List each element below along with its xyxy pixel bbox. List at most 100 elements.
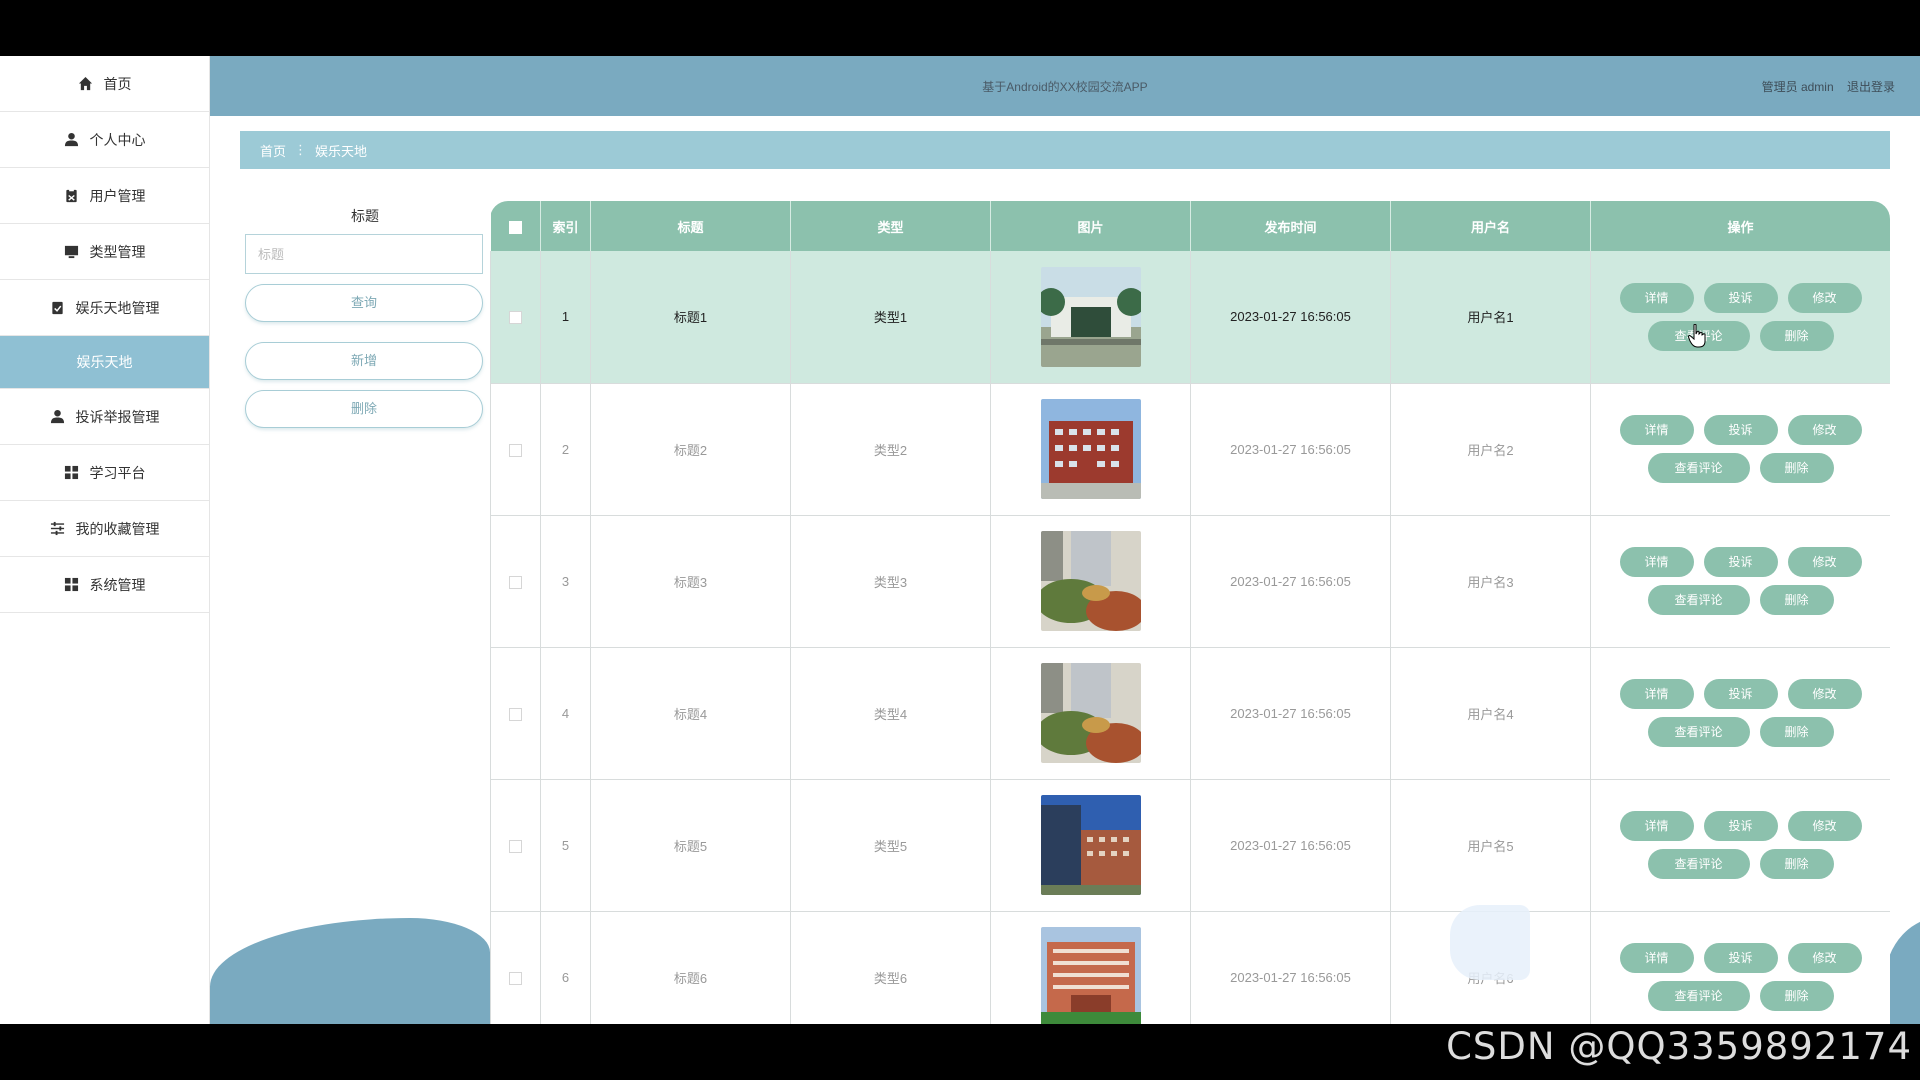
table-body: 1 标题1 类型1 2023-01-27 16:56:05 用户名1 详情 投诉修… xyxy=(490,251,1890,1024)
breadcrumb: 首页 ⋮ 娱乐天地 xyxy=(240,131,1890,169)
edit-button[interactable]: 修改 xyxy=(1787,679,1862,709)
row-thumbnail-image[interactable] xyxy=(1040,399,1141,499)
query-button[interactable]: 查询 xyxy=(245,284,483,322)
view-comments-button[interactable]: 查看评论 xyxy=(1647,453,1750,483)
edit-button[interactable]: 修改 xyxy=(1787,943,1862,973)
cell-time: 2023-01-27 16:56:05 xyxy=(1190,251,1391,384)
cell-title: 标题2 xyxy=(590,383,791,516)
sidebar-item-entertainment-admin[interactable]: 娱乐天地管理 xyxy=(0,280,209,336)
complain-button[interactable]: 投诉 xyxy=(1703,679,1778,709)
decorative-wave-left xyxy=(210,918,490,1024)
sidebar-item-users[interactable]: 用户管理 xyxy=(0,168,209,224)
cell-title: 标题3 xyxy=(590,515,791,648)
cell-index: 4 xyxy=(540,647,591,780)
cell-index: 5 xyxy=(540,779,591,912)
app-title: 基于Android的XX校园交流APP xyxy=(982,80,1148,94)
cell-type: 类型5 xyxy=(790,779,991,912)
detail-button[interactable]: 详情 xyxy=(1619,811,1694,841)
table-row[interactable]: 5 标题5 类型5 2023-01-27 16:56:05 用户名5 详情 投诉修… xyxy=(490,779,1890,912)
view-comments-button[interactable]: 查看评论 xyxy=(1647,717,1750,747)
complain-button[interactable]: 投诉 xyxy=(1703,811,1778,841)
sliders-icon xyxy=(50,521,66,537)
top-header: 基于Android的XX校园交流APP 管理员 admin 退出登录 xyxy=(210,56,1920,116)
column-header[interactable]: 索引 xyxy=(540,201,591,251)
view-comments-button[interactable]: 查看评论 xyxy=(1647,849,1750,879)
edit-button[interactable]: 修改 xyxy=(1787,282,1862,313)
view-comments-button[interactable]: 查看评论 xyxy=(1647,981,1750,1011)
delete-button[interactable]: 删除 xyxy=(1759,320,1834,351)
detail-button[interactable]: 详情 xyxy=(1619,679,1694,709)
row-thumbnail-image[interactable] xyxy=(1040,927,1141,1024)
sidebar-item-label: 用户管理 xyxy=(89,187,146,204)
cell-title: 标题5 xyxy=(590,779,791,912)
row-checkbox[interactable] xyxy=(509,575,522,589)
detail-button[interactable]: 详情 xyxy=(1619,415,1694,445)
delete-button[interactable]: 删除 xyxy=(1759,453,1834,483)
complain-button[interactable]: 投诉 xyxy=(1703,943,1778,973)
column-header[interactable]: 用户名 xyxy=(1390,201,1591,251)
sidebar-item-types[interactable]: 类型管理 xyxy=(0,224,209,280)
cell-time: 2023-01-27 16:56:05 xyxy=(1190,383,1391,516)
table-row[interactable]: 3 标题3 类型3 2023-01-27 16:56:05 用户名3 详情 投诉修… xyxy=(490,515,1890,648)
detail-button[interactable]: 详情 xyxy=(1619,943,1694,973)
breadcrumb-separator: ⋮ xyxy=(294,142,308,157)
sidebar-item-entertainment[interactable]: 娱乐天地 xyxy=(0,336,209,389)
column-header: 操作 xyxy=(1590,201,1890,251)
complain-button[interactable]: 投诉 xyxy=(1703,547,1778,577)
row-checkbox[interactable] xyxy=(509,839,522,853)
sidebar-item-system[interactable]: 系统管理 xyxy=(0,557,209,613)
table-row[interactable]: 6 标题6 类型6 2023-01-27 16:56:05 用户名6 详情投诉修… xyxy=(490,911,1890,1024)
row-thumbnail-image[interactable] xyxy=(1040,795,1141,895)
add-button[interactable]: 新增 xyxy=(245,342,483,380)
logout-link[interactable]: 退出登录 xyxy=(1847,80,1895,94)
complain-button[interactable]: 投诉 xyxy=(1703,282,1778,313)
edit-button[interactable]: 修改 xyxy=(1787,811,1862,841)
cell-index: 3 xyxy=(540,515,591,648)
cell-time: 2023-01-27 16:56:05 xyxy=(1190,911,1391,1024)
delete-button[interactable]: 删除 xyxy=(1759,717,1834,747)
row-checkbox[interactable] xyxy=(509,443,522,457)
column-header[interactable]: 类型 xyxy=(790,201,991,251)
table-row[interactable]: 1 标题1 类型1 2023-01-27 16:56:05 用户名1 详情 投诉修… xyxy=(490,251,1890,384)
detail-button[interactable]: 详情 xyxy=(1619,547,1694,577)
admin-username: 管理员 admin xyxy=(1761,80,1834,94)
sidebar: 首页 个人中心 用户管理 类型管理 娱乐天地管理 娱乐天地 投诉举报管理 学习平… xyxy=(0,56,210,1024)
edit-button[interactable]: 修改 xyxy=(1787,547,1862,577)
sidebar-item-home[interactable]: 首页 xyxy=(0,56,209,112)
sidebar-item-label: 投诉举报管理 xyxy=(75,408,160,425)
row-thumbnail-image[interactable] xyxy=(1040,531,1141,631)
title-search-input[interactable] xyxy=(245,234,483,274)
complain-button[interactable]: 投诉 xyxy=(1703,415,1778,445)
sidebar-item-profile[interactable]: 个人中心 xyxy=(0,112,209,168)
watermark-logo-shape xyxy=(1450,905,1530,980)
header-user-area: 管理员 admin 退出登录 xyxy=(1752,78,1895,95)
delete-button[interactable]: 删除 xyxy=(1759,981,1834,1011)
detail-button[interactable]: 详情 xyxy=(1619,282,1694,313)
search-label: 标题 xyxy=(351,208,379,224)
column-header[interactable]: 标题 xyxy=(590,201,791,251)
row-thumbnail-image[interactable] xyxy=(1040,663,1141,763)
delete-button[interactable]: 删除 xyxy=(1759,585,1834,615)
breadcrumb-home[interactable]: 首页 xyxy=(260,141,286,160)
select-all-cell xyxy=(490,201,541,251)
sidebar-item-label: 娱乐天地 xyxy=(76,354,133,370)
delete-button[interactable]: 删除 xyxy=(1759,849,1834,879)
column-header[interactable]: 发布时间 xyxy=(1190,201,1391,251)
cell-title: 标题4 xyxy=(590,647,791,780)
select-all-checkbox[interactable] xyxy=(508,220,522,234)
row-checkbox[interactable] xyxy=(509,707,522,721)
edit-button[interactable]: 修改 xyxy=(1787,415,1862,445)
sidebar-item-learning[interactable]: 学习平台 xyxy=(0,445,209,501)
row-checkbox[interactable] xyxy=(509,971,522,985)
row-checkbox[interactable] xyxy=(509,311,522,325)
sidebar-item-favorites[interactable]: 我的收藏管理 xyxy=(0,501,209,557)
cell-username: 用户名4 xyxy=(1390,647,1591,780)
column-header: 图片 xyxy=(990,201,1191,251)
table-row[interactable]: 2 标题2 类型2 2023-01-27 16:56:05 用户名2 详情 投诉修… xyxy=(490,383,1890,516)
view-comments-button[interactable]: 查看评论 xyxy=(1647,585,1750,615)
grid-icon xyxy=(64,577,80,593)
sidebar-item-complaints[interactable]: 投诉举报管理 xyxy=(0,389,209,445)
batch-delete-button[interactable]: 删除 xyxy=(245,390,483,428)
table-row[interactable]: 4 标题4 类型4 2023-01-27 16:56:05 用户名4 详情 投诉修… xyxy=(490,647,1890,780)
row-thumbnail-image[interactable] xyxy=(1040,266,1141,367)
